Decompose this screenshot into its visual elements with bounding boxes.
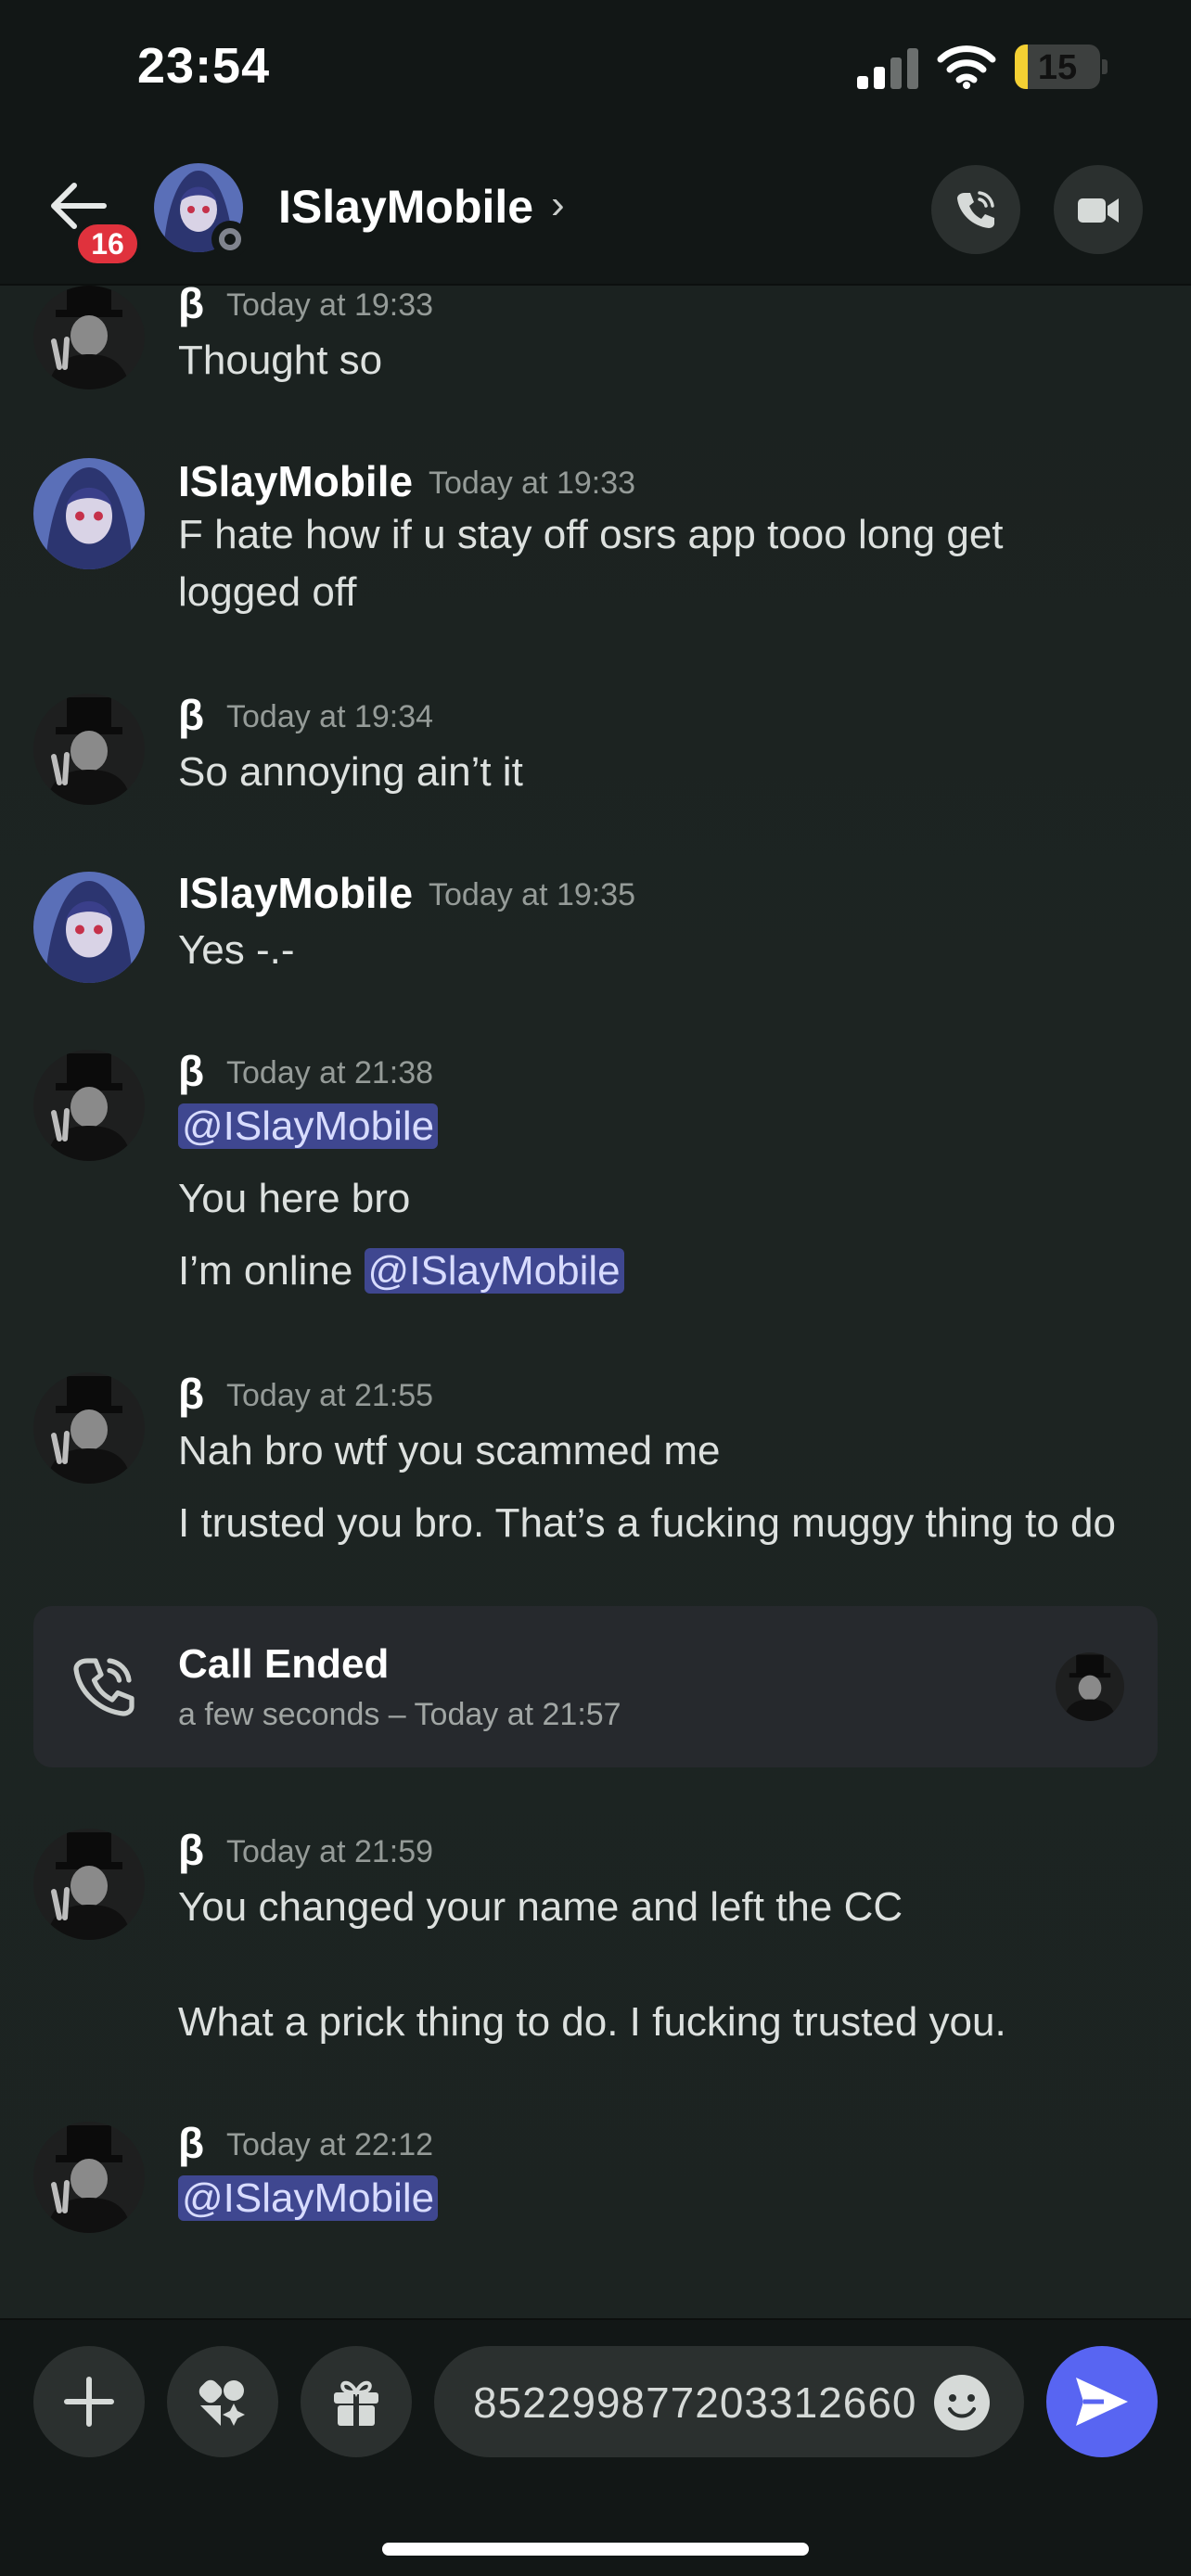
- gift-button[interactable]: [301, 2346, 412, 2457]
- message-composer: 852299877203312660: [0, 2318, 1191, 2576]
- status-bar: 23:54 15: [0, 0, 1191, 139]
- message-timestamp: Today at 19:33: [226, 287, 434, 323]
- call-subtitle: a few seconds – Today at 21:57: [178, 1697, 621, 1732]
- message-text: You here bro: [178, 1176, 411, 1221]
- cellular-signal-icon: [857, 48, 918, 89]
- message-text: Thought so: [178, 338, 383, 383]
- message-author[interactable]: β: [178, 690, 204, 740]
- message-timestamp: Today at 19:35: [429, 877, 636, 912]
- message-text-segment: I’m online: [178, 1248, 353, 1294]
- emoji-icon[interactable]: [931, 2372, 992, 2433]
- gift-icon: [334, 2380, 378, 2426]
- avatar[interactable]: [33, 872, 145, 983]
- battery-percent: 15: [1037, 48, 1078, 87]
- avatar: [1056, 1652, 1124, 1721]
- message-timestamp: Today at 22:12: [226, 2127, 434, 2162]
- avatar[interactable]: [33, 286, 145, 389]
- message-timestamp: Today at 21:55: [226, 1378, 434, 1413]
- add-button[interactable]: [33, 2346, 145, 2457]
- avatar[interactable]: [33, 1050, 145, 1161]
- message-input[interactable]: 852299877203312660: [434, 2346, 1024, 2457]
- avatar[interactable]: [33, 2122, 145, 2233]
- message-author[interactable]: β: [178, 1046, 204, 1096]
- message-text: I’m online @ISlayMobile: [178, 1248, 624, 1294]
- message-text: What a prick thing to do. I fucking trus…: [178, 1999, 1006, 2045]
- message-text: Yes -.-: [178, 927, 295, 973]
- message-input-value: 852299877203312660: [473, 2378, 917, 2427]
- message-text: So annoying ain’t it: [178, 749, 523, 795]
- message-text: Nah bro wtf you scammed me: [178, 1428, 721, 1473]
- user-mention[interactable]: @ISlayMobile: [178, 1103, 439, 1149]
- conversation-header: 16 ISlayMobile ›: [0, 139, 1191, 286]
- message-author[interactable]: β: [178, 278, 204, 328]
- message-text: F hate how if u stay off osrs app tooo l…: [178, 512, 1004, 557]
- video-camera-icon: [1078, 198, 1119, 223]
- voice-call-button[interactable]: [931, 165, 1020, 254]
- message-author[interactable]: ISlayMobile: [178, 456, 413, 506]
- video-call-button[interactable]: [1054, 165, 1143, 254]
- message-text: I trusted you bro. That’s a fucking mugg…: [178, 1500, 1116, 1546]
- message-text: @ISlayMobile: [178, 2175, 439, 2222]
- avatar[interactable]: [33, 1372, 145, 1484]
- message-text: @ISlayMobile: [178, 1103, 439, 1150]
- message-author[interactable]: β: [178, 1825, 204, 1875]
- clock: 23:54: [137, 38, 271, 94]
- message-timestamp: Today at 19:33: [429, 465, 636, 501]
- user-mention[interactable]: @ISlayMobile: [178, 2175, 439, 2221]
- battery-icon: 15: [1015, 45, 1100, 89]
- phone-call-icon: [957, 191, 994, 228]
- offline-status-icon: [211, 221, 249, 258]
- avatar[interactable]: [33, 458, 145, 569]
- call-ended-card[interactable]: Call Ended a few seconds – Today at 21:5…: [33, 1606, 1158, 1767]
- phone-icon: [73, 1658, 134, 1716]
- wifi-icon: [937, 45, 996, 89]
- battery-cap: [1102, 59, 1108, 74]
- plus-icon: [64, 2377, 114, 2427]
- apps-icon: [198, 2379, 245, 2426]
- home-indicator: [382, 2543, 809, 2556]
- message-author[interactable]: β: [178, 2118, 204, 2168]
- message-author[interactable]: ISlayMobile: [178, 868, 413, 918]
- send-button[interactable]: [1046, 2346, 1158, 2457]
- message-timestamp: Today at 21:59: [226, 1834, 434, 1869]
- message-timestamp: Today at 19:34: [226, 699, 434, 734]
- contact-name[interactable]: ISlayMobile: [278, 180, 533, 234]
- call-title: Call Ended: [178, 1641, 390, 1687]
- chevron-right-icon[interactable]: ›: [551, 182, 565, 228]
- apps-button[interactable]: [167, 2346, 278, 2457]
- unread-badge: 16: [74, 221, 141, 267]
- message-text: You changed your name and left the CC: [178, 1884, 903, 1930]
- message-timestamp: Today at 21:38: [226, 1055, 434, 1090]
- message-text: logged off: [178, 569, 357, 615]
- user-mention[interactable]: @ISlayMobile: [364, 1248, 624, 1294]
- send-icon: [1076, 2378, 1128, 2426]
- message-author[interactable]: β: [178, 1369, 204, 1419]
- avatar[interactable]: [33, 694, 145, 805]
- avatar[interactable]: [33, 1829, 145, 1940]
